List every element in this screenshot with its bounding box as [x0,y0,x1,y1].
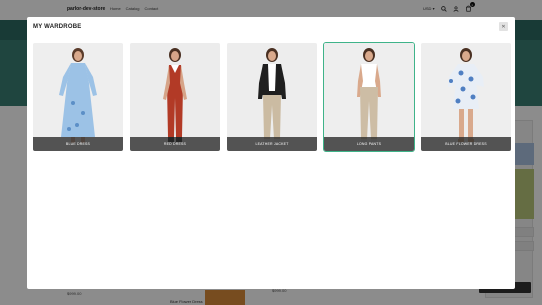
model-blue-flower-dress-image [421,43,511,151]
model-red-dress-image [130,43,220,151]
wardrobe-item-leather-jacket[interactable]: LEATHER JACKET [227,43,317,151]
close-button[interactable]: ✕ [499,22,508,31]
model-leather-jacket-image [227,43,317,151]
wardrobe-item-long-pants[interactable]: LONG PANTS [323,42,415,152]
wardrobe-item-blue-dress[interactable]: BLUE DRESS [33,43,123,151]
model-blue-dress-image [33,43,123,151]
wardrobe-item-label: BLUE DRESS [33,137,123,151]
wardrobe-item-red-dress[interactable]: RED DRESS [130,43,220,151]
close-icon: ✕ [501,23,506,30]
model-long-pants-image [324,43,414,151]
wardrobe-item-label: LEATHER JACKET [227,137,317,151]
wardrobe-item-label: LONG PANTS [324,137,414,151]
wardrobe-item-label: RED DRESS [130,137,220,151]
modal-title: MY WARDROBE [33,24,82,30]
wardrobe-item-blue-flower-dress[interactable]: BLUE FLOWER DRESS [421,43,511,151]
wardrobe-grid: BLUE DRESS RED DRESS LEATHER JACKET LONG… [33,42,511,152]
wardrobe-modal: MY WARDROBE ✕ BLUE DRESS RED DRESS LEATH… [27,17,515,289]
wardrobe-item-label: BLUE FLOWER DRESS [421,137,511,151]
